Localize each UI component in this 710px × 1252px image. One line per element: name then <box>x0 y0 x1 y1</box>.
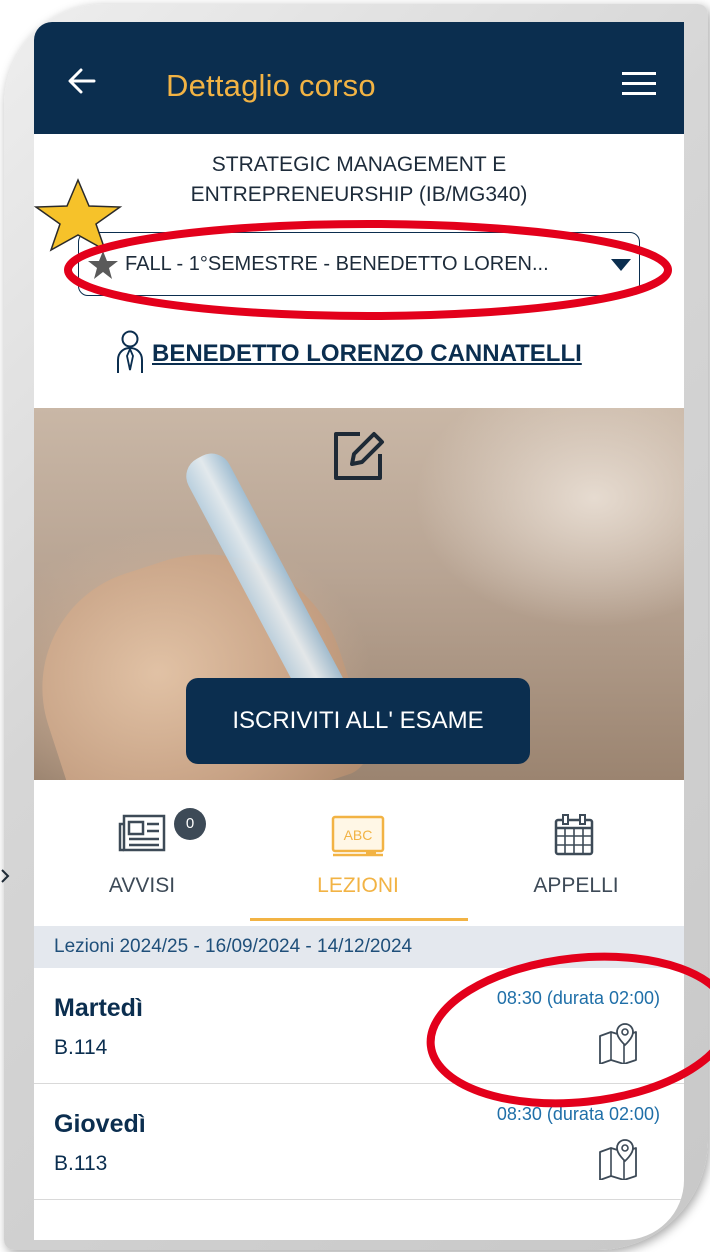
app-bar: Dettaglio corso <box>34 22 684 134</box>
lesson-time: 08:30 (durata 02:00) <box>496 988 660 1008</box>
tab-appelli-label: APPELLI <box>533 874 619 897</box>
active-tab-indicator <box>250 918 468 921</box>
tab-avvisi[interactable]: 0 AVVISI <box>34 790 250 924</box>
lesson-room: B.114 <box>54 1036 108 1059</box>
course-title-line2: ENTREPRENEURSHIP (IB/MG340) <box>190 183 528 206</box>
course-title-line1: STRATEGIC MANAGEMENT E <box>211 153 507 176</box>
list-item[interactable]: Giovedì B.113 08:30 (durata 02:00) <box>34 1084 684 1200</box>
semester-select[interactable]: FALL - 1°SEMESTRE - BENEDETTO LOREN... <box>78 232 640 296</box>
list-item[interactable]: Martedì B.114 08:30 (durata 02:00) <box>34 968 684 1084</box>
tab-lezioni[interactable]: ABC LEZIONI <box>250 790 466 924</box>
semester-select-value: FALL - 1°SEMESTRE - BENEDETTO LOREN... <box>125 253 549 275</box>
abc-board-icon: ABC <box>331 815 385 857</box>
page-title: Dettaglio corso <box>166 68 376 103</box>
notification-badge: 0 <box>174 808 206 840</box>
favorite-star-icon[interactable] <box>87 250 119 280</box>
tab-avvisi-label: AVVISI <box>108 874 176 897</box>
lesson-time: 08:30 (durata 02:00) <box>496 1104 660 1124</box>
newspaper-icon <box>118 814 166 852</box>
tab-bar: 0 AVVISI ABC LEZIONI APPELLI <box>34 790 684 930</box>
enroll-exam-button[interactable]: ISCRIVITI ALL' ESAME <box>186 678 530 764</box>
edit-square-icon <box>334 432 384 480</box>
svg-text:ABC: ABC <box>344 827 373 843</box>
app-screen: Dettaglio corso STRATEGIC MANAGEMENT E E… <box>34 22 684 1240</box>
arrow-left-icon[interactable] <box>68 68 96 94</box>
tab-lezioni-label: LEZIONI <box>317 874 399 897</box>
lesson-day: Giovedì <box>54 1110 146 1138</box>
person-tie-icon <box>117 330 143 373</box>
teacher-name-link[interactable]: BENEDETTO LORENZO CANNATELLI <box>152 340 582 368</box>
chevron-down-icon <box>611 259 631 271</box>
hamburger-menu-icon[interactable] <box>622 72 656 96</box>
lessons-period-header: Lezioni 2024/25 - 16/09/2024 - 14/12/202… <box>34 926 684 968</box>
tab-appelli[interactable]: APPELLI <box>468 790 684 924</box>
map-pin-icon[interactable] <box>598 1022 638 1064</box>
lessons-period-text: Lezioni 2024/25 - 16/09/2024 - 14/12/202… <box>54 936 413 957</box>
lesson-day: Martedì <box>54 994 143 1022</box>
course-title: STRATEGIC MANAGEMENT E ENTREPRENEURSHIP … <box>34 150 684 210</box>
calendar-icon <box>554 814 594 856</box>
map-pin-icon[interactable] <box>598 1138 638 1180</box>
lesson-room: B.113 <box>54 1152 108 1175</box>
